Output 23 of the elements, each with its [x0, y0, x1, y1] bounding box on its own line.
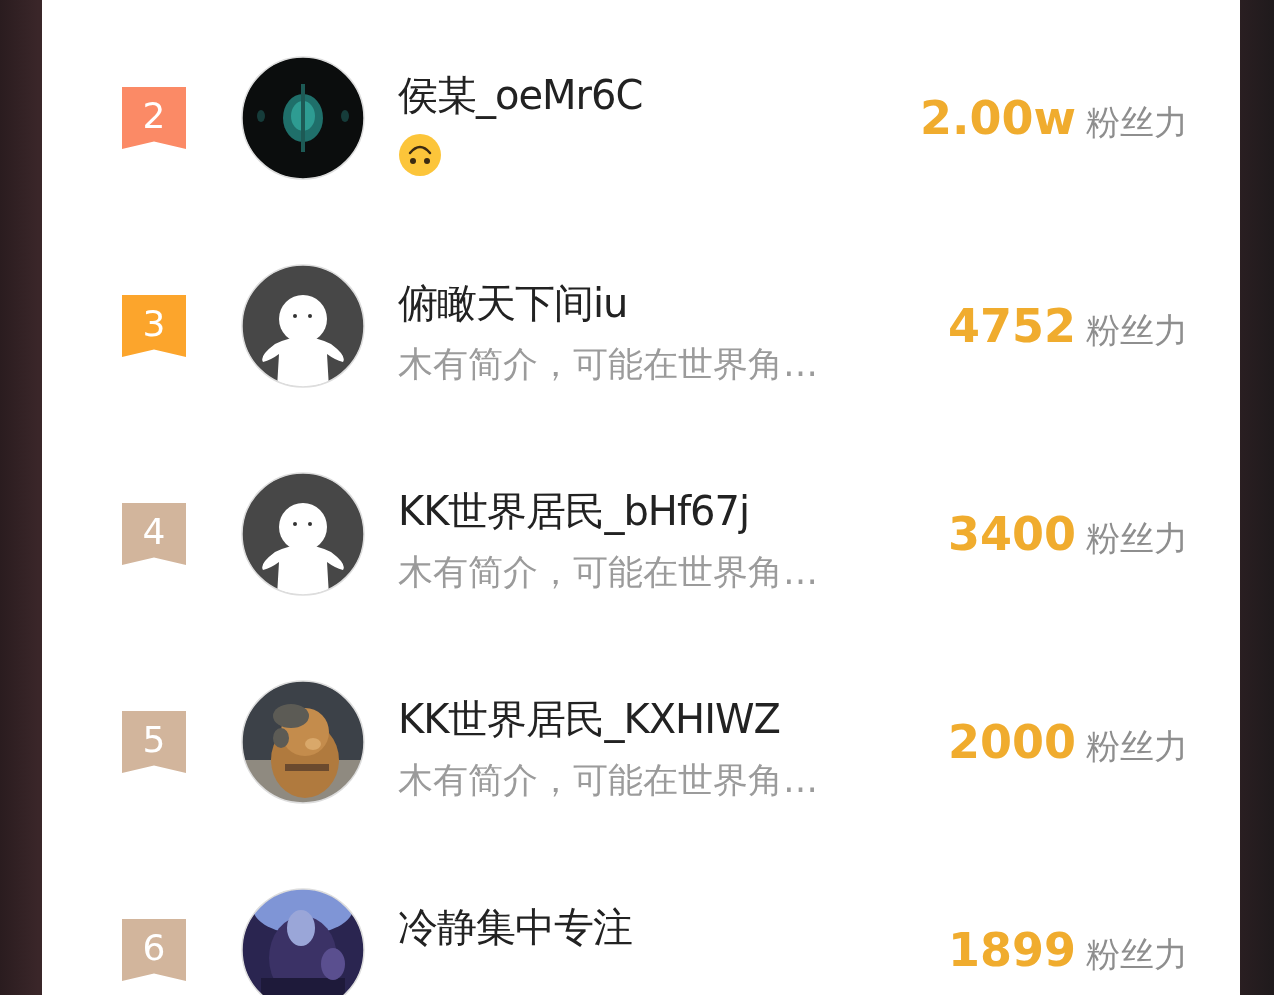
score-label: 粉丝力	[1086, 932, 1188, 976]
rank-badge: 6	[122, 919, 186, 981]
fan-score: 4752	[947, 298, 1076, 353]
user-name: 俯瞰天下间iu	[398, 279, 628, 328]
rank-badge: 5	[122, 711, 186, 773]
rank-badge: 3	[122, 295, 186, 357]
user-name: 侯某_oeMr6C	[398, 71, 643, 121]
score-label: 粉丝力	[1086, 516, 1188, 560]
fan-score: 3400	[947, 506, 1076, 561]
fan-score: 1899	[947, 922, 1076, 977]
fan-score: 2000	[947, 714, 1076, 769]
fan-score: 2.00w	[920, 90, 1076, 145]
rank-badge: 2	[122, 87, 186, 149]
score-label: 粉丝力	[1086, 724, 1188, 768]
user-name: KK世界居民_bHf67j	[398, 487, 750, 537]
score-label: 粉丝力	[1086, 100, 1188, 144]
user-bio: 木有简介，可能在世界角…	[398, 759, 818, 802]
rank-badge: 4	[122, 503, 186, 565]
user-name: KK世界居民_KXHIWZ	[398, 695, 780, 745]
score-label: 粉丝力	[1086, 308, 1188, 352]
user-bio: 木有简介，可能在世界角…	[398, 551, 818, 594]
user-bio: 木有简介，可能在世界角…	[398, 343, 818, 386]
user-name: 冷静集中专注	[398, 903, 632, 952]
